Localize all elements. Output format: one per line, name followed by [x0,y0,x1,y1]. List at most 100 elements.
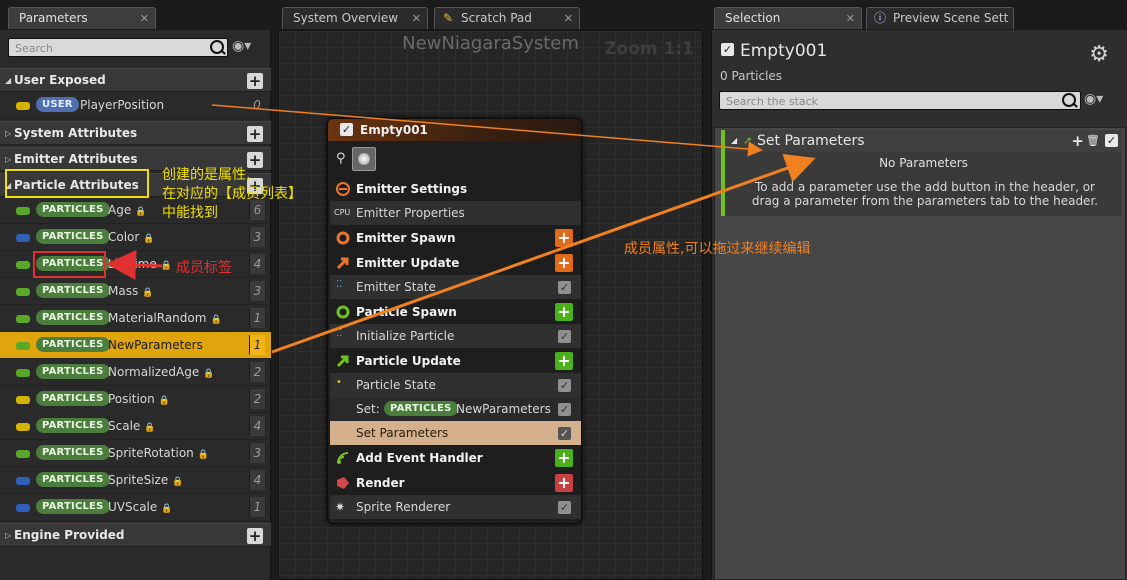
param-row-normalizedage[interactable]: PARTICLES NormalizedAge 🔒 2 [0,359,271,386]
collapsed-triangle-icon[interactable]: ▷ [5,148,11,171]
section-emitter-spawn[interactable]: Emitter Spawn + [330,226,581,250]
tab-scratch-pad[interactable]: ✎ Scratch Pad ✕ [434,7,580,29]
tab-preview-scene-settings[interactable]: ⓘ Preview Scene Sett [866,7,1014,29]
pin-icon [16,504,30,512]
add-parameter-button[interactable]: + [247,528,263,544]
tab-selection[interactable]: Selection ✕ [714,7,862,29]
param-name: Lifetime 🔒 [108,251,172,279]
emitter-enabled-checkbox[interactable]: ✓ [721,43,734,56]
stack-search-input[interactable]: Search the stack [719,91,1081,110]
emitter-node[interactable]: ✓ Empty001 ⚲ Emitter Settings CPU Emitte… [327,118,582,524]
expand-triangle-icon[interactable]: ◢ [5,69,11,92]
namespace-badge: PARTICLES [36,499,110,514]
search-icon[interactable] [1062,93,1076,107]
param-row-position[interactable]: PARTICLES Position 🔒 2 [0,386,271,413]
close-icon[interactable]: ✕ [412,8,421,29]
namespace-badge: PARTICLES [384,401,458,416]
param-row-uvscale[interactable]: PARTICLES UVScale 🔒 1 [0,494,271,521]
particle-attributes-highlight-box [5,169,149,198]
search-icon[interactable] [210,40,224,54]
add-module-button[interactable]: + [555,303,573,321]
module-particle-state[interactable]: • Particle State ✓ [330,373,581,397]
section-add-event-handler[interactable]: Add Event Handler + [330,446,581,470]
section-render[interactable]: Render + [330,471,581,495]
close-icon[interactable]: ✕ [846,8,855,29]
emitter-thumbnail [352,147,376,171]
module-header[interactable]: ◢ ➚ Set Parameters + 🗑 ✓ [725,130,1122,152]
parameters-search-input[interactable]: Search [8,38,228,57]
annotation-created-note: 创建的是属性, 在对应的【成员列表】 中能找到 [162,167,302,221]
module-set-newparameters[interactable]: Set: PARTICLES NewParameters ✓ [330,397,581,421]
namespace-badge: PARTICLES [36,202,110,217]
gear-icon[interactable]: ⚙ [1089,42,1109,67]
category-engine-provided[interactable]: ▷ Engine Provided + [0,523,271,547]
badge-highlight-box [33,251,106,278]
module-enabled-checkbox[interactable]: ✓ [558,501,571,514]
annotation-member-tag: 成员标签 [176,260,232,276]
add-event-button[interactable]: + [555,449,573,467]
add-icon[interactable]: + [1071,130,1084,152]
lock-icon: 🔒 [142,288,154,298]
module-enabled-checkbox[interactable]: ✓ [558,379,571,392]
category-label: User Exposed [14,73,106,87]
module-enabled-checkbox[interactable]: ✓ [558,427,571,440]
add-parameter-button[interactable]: + [247,73,263,89]
reference-count: 3 [249,227,265,247]
param-name: NewParameters [108,332,203,358]
lock-icon: 🔒 [143,234,155,244]
module-emitter-state[interactable]: ⁚⁚ Emitter State ✓ [330,275,581,299]
selection-panel: ✓ Empty001 0 Particles ⚙ Search the stac… [711,30,1127,580]
param-name: PlayerPosition [80,98,165,112]
module-emitter-properties[interactable]: CPU Emitter Properties [330,201,581,225]
param-row-playerposition[interactable]: USER PlayerPosition 0 [0,92,271,119]
add-module-button[interactable]: + [555,229,573,247]
module-enabled-checkbox[interactable]: ✓ [558,281,571,294]
collapse-triangle-icon[interactable]: ◢ [731,130,737,152]
add-module-button[interactable]: + [555,352,573,370]
param-row-color[interactable]: PARTICLES Color 🔒 3 [0,224,271,251]
pin-icon [16,234,30,242]
set-parameters-module[interactable]: ◢ ➚ Set Parameters + 🗑 ✓ No Parameters T… [721,130,1122,216]
trash-icon[interactable]: 🗑 [1086,130,1100,152]
collapsed-triangle-icon[interactable]: ▷ [5,524,11,547]
enabled-checkbox[interactable]: ✓ [340,123,353,136]
module-set-parameters[interactable]: Set Parameters ✓ [330,421,581,445]
section-particle-update[interactable]: Particle Update + [330,349,581,373]
module-enabled-checkbox[interactable]: ✓ [558,403,571,416]
param-row-materialrandom[interactable]: PARTICLES MaterialRandom 🔒 1 [0,305,271,332]
emitter-node-header[interactable]: ✓ Empty001 [328,119,581,141]
module-initialize-particle[interactable]: ⁚⁚ Initialize Particle ✓ [330,324,581,348]
category-label: Engine Provided [14,528,125,542]
module-sprite-renderer[interactable]: ✷ Sprite Renderer ✓ [330,495,581,519]
close-icon[interactable]: ✕ [564,8,573,29]
tab-parameters[interactable]: Parameters ✕ [8,7,156,29]
namespace-badge: PARTICLES [36,472,110,487]
namespace-badge: USER [36,97,79,112]
module-enabled-checkbox[interactable]: ✓ [1105,134,1118,147]
add-module-button[interactable]: + [555,254,573,272]
param-name: SpriteRotation 🔒 [108,440,209,468]
no-parameters-label: No Parameters [879,156,968,170]
add-parameter-button[interactable]: + [247,126,263,142]
section-emitter-update[interactable]: Emitter Update + [330,251,581,275]
param-row-scale[interactable]: PARTICLES Scale 🔒 4 [0,413,271,440]
section-label: Particle Spawn [356,305,457,319]
tab-selection-label: Selection [725,11,781,25]
module-enabled-checkbox[interactable]: ✓ [558,330,571,343]
category-user-exposed[interactable]: ◢ User Exposed + [0,68,271,92]
tab-system-overview[interactable]: System Overview ✕ [282,7,428,29]
eye-visibility-icon[interactable]: ◉▾ [1084,91,1103,107]
param-row-mass[interactable]: PARTICLES Mass 🔒 3 [0,278,271,305]
add-renderer-button[interactable]: + [555,474,573,492]
section-particle-spawn[interactable]: Particle Spawn + [330,300,581,324]
param-row-spritesize[interactable]: PARTICLES SpriteSize 🔒 4 [0,467,271,494]
selection-title: Empty001 [740,41,828,61]
eye-visibility-icon[interactable]: ◉▾ [232,38,251,54]
param-row-spriterotation[interactable]: PARTICLES SpriteRotation 🔒 3 [0,440,271,467]
section-emitter-settings[interactable]: Emitter Settings [330,177,581,201]
category-system-attributes[interactable]: ▷ System Attributes + [0,121,271,145]
param-row-newparameters[interactable]: PARTICLES NewParameters 1 [0,332,271,359]
section-label: Emitter Spawn [356,231,456,245]
collapsed-triangle-icon[interactable]: ▷ [5,122,11,145]
close-icon[interactable]: ✕ [140,8,149,29]
